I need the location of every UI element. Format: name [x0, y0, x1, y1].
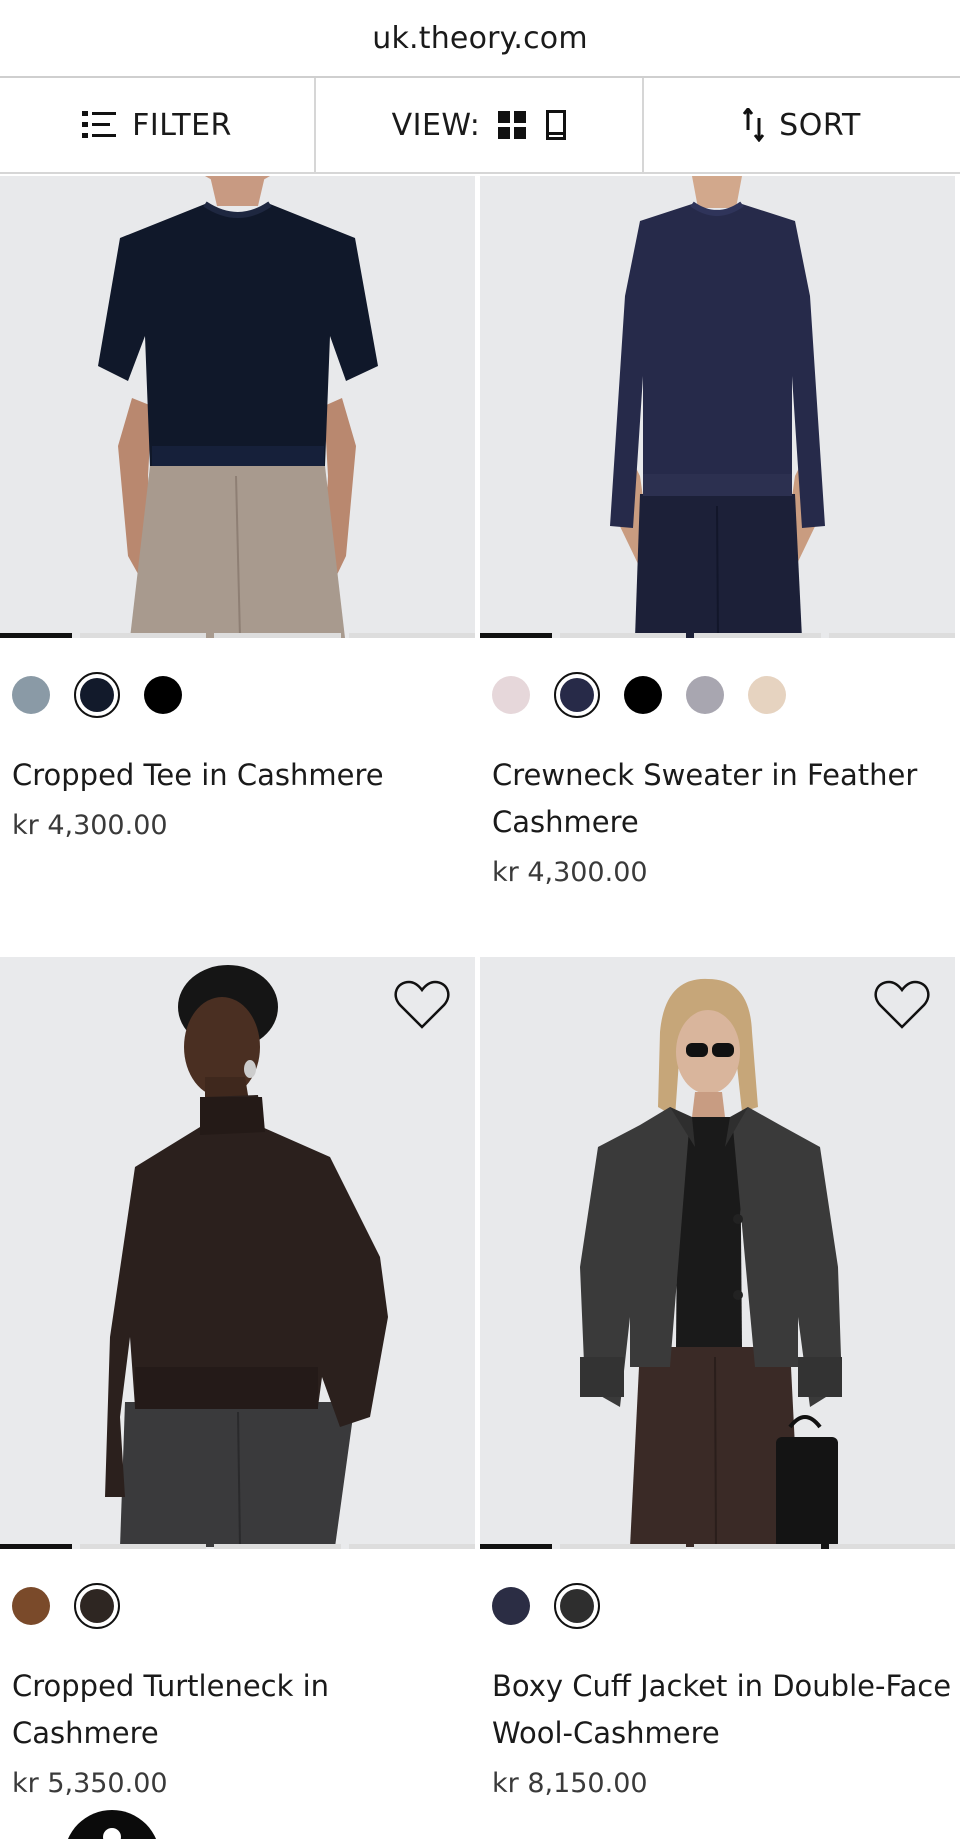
color-swatches [12, 672, 182, 718]
image-carousel-indicator [480, 1544, 955, 1549]
product-price: kr 5,350.00 [12, 1768, 168, 1799]
color-swatch-selected[interactable] [554, 1583, 600, 1629]
view-switcher: VIEW: [316, 78, 644, 172]
filter-label: FILTER [132, 107, 232, 143]
url-text: uk.theory.com [372, 20, 588, 56]
product-price: kr 4,300.00 [12, 810, 168, 841]
grid-view-icon[interactable] [498, 111, 527, 139]
color-swatch[interactable] [144, 676, 182, 714]
sort-arrows-icon [743, 108, 765, 142]
filter-list-icon [82, 110, 118, 140]
product-image[interactable] [480, 176, 955, 638]
address-bar[interactable]: uk.theory.com [0, 0, 960, 78]
product-card[interactable]: Boxy Cuff Jacket in Double-Face Wool-Cas… [480, 957, 955, 1839]
image-carousel-indicator [480, 633, 955, 638]
view-label: VIEW: [391, 107, 481, 143]
product-name[interactable]: Cropped Tee in Cashmere [12, 752, 472, 799]
image-carousel-indicator [0, 633, 475, 638]
color-swatch[interactable] [492, 1587, 530, 1625]
color-swatch[interactable] [12, 676, 50, 714]
product-price: kr 4,300.00 [492, 857, 648, 888]
color-swatch-selected[interactable] [74, 1583, 120, 1629]
product-image[interactable] [0, 176, 475, 638]
listing-toolbar: FILTER VIEW: SORT [0, 78, 960, 174]
sort-label: SORT [779, 107, 861, 143]
product-name[interactable]: Cropped Turtleneck in Cashmere [12, 1663, 472, 1757]
product-price: kr 8,150.00 [492, 1768, 648, 1799]
product-name[interactable]: Boxy Cuff Jacket in Double-Face Wool-Cas… [492, 1663, 952, 1757]
product-card[interactable]: Cropped Turtleneck in Cashmere kr 5,350.… [0, 957, 475, 1839]
sort-button[interactable]: SORT [644, 78, 960, 172]
color-swatches [12, 1583, 120, 1629]
product-image[interactable] [480, 957, 955, 1549]
color-swatch-selected[interactable] [554, 672, 600, 718]
wishlist-heart-icon[interactable] [393, 979, 451, 1031]
color-swatch[interactable] [12, 1587, 50, 1625]
image-carousel-indicator [0, 1544, 475, 1549]
product-card[interactable]: Crewneck Sweater in Feather Cashmere kr … [480, 176, 955, 916]
color-swatches [492, 1583, 600, 1629]
color-swatches [492, 672, 786, 718]
product-name[interactable]: Crewneck Sweater in Feather Cashmere [492, 752, 952, 846]
color-swatch[interactable] [492, 676, 530, 714]
color-swatch-selected[interactable] [74, 672, 120, 718]
filter-button[interactable]: FILTER [0, 78, 316, 172]
color-swatch[interactable] [686, 676, 724, 714]
color-swatch[interactable] [748, 676, 786, 714]
wishlist-heart-icon[interactable] [873, 979, 931, 1031]
product-image[interactable] [0, 957, 475, 1549]
color-swatch[interactable] [624, 676, 662, 714]
product-card[interactable]: Cropped Tee in Cashmere kr 4,300.00 [0, 176, 475, 916]
single-view-icon[interactable] [546, 110, 567, 140]
